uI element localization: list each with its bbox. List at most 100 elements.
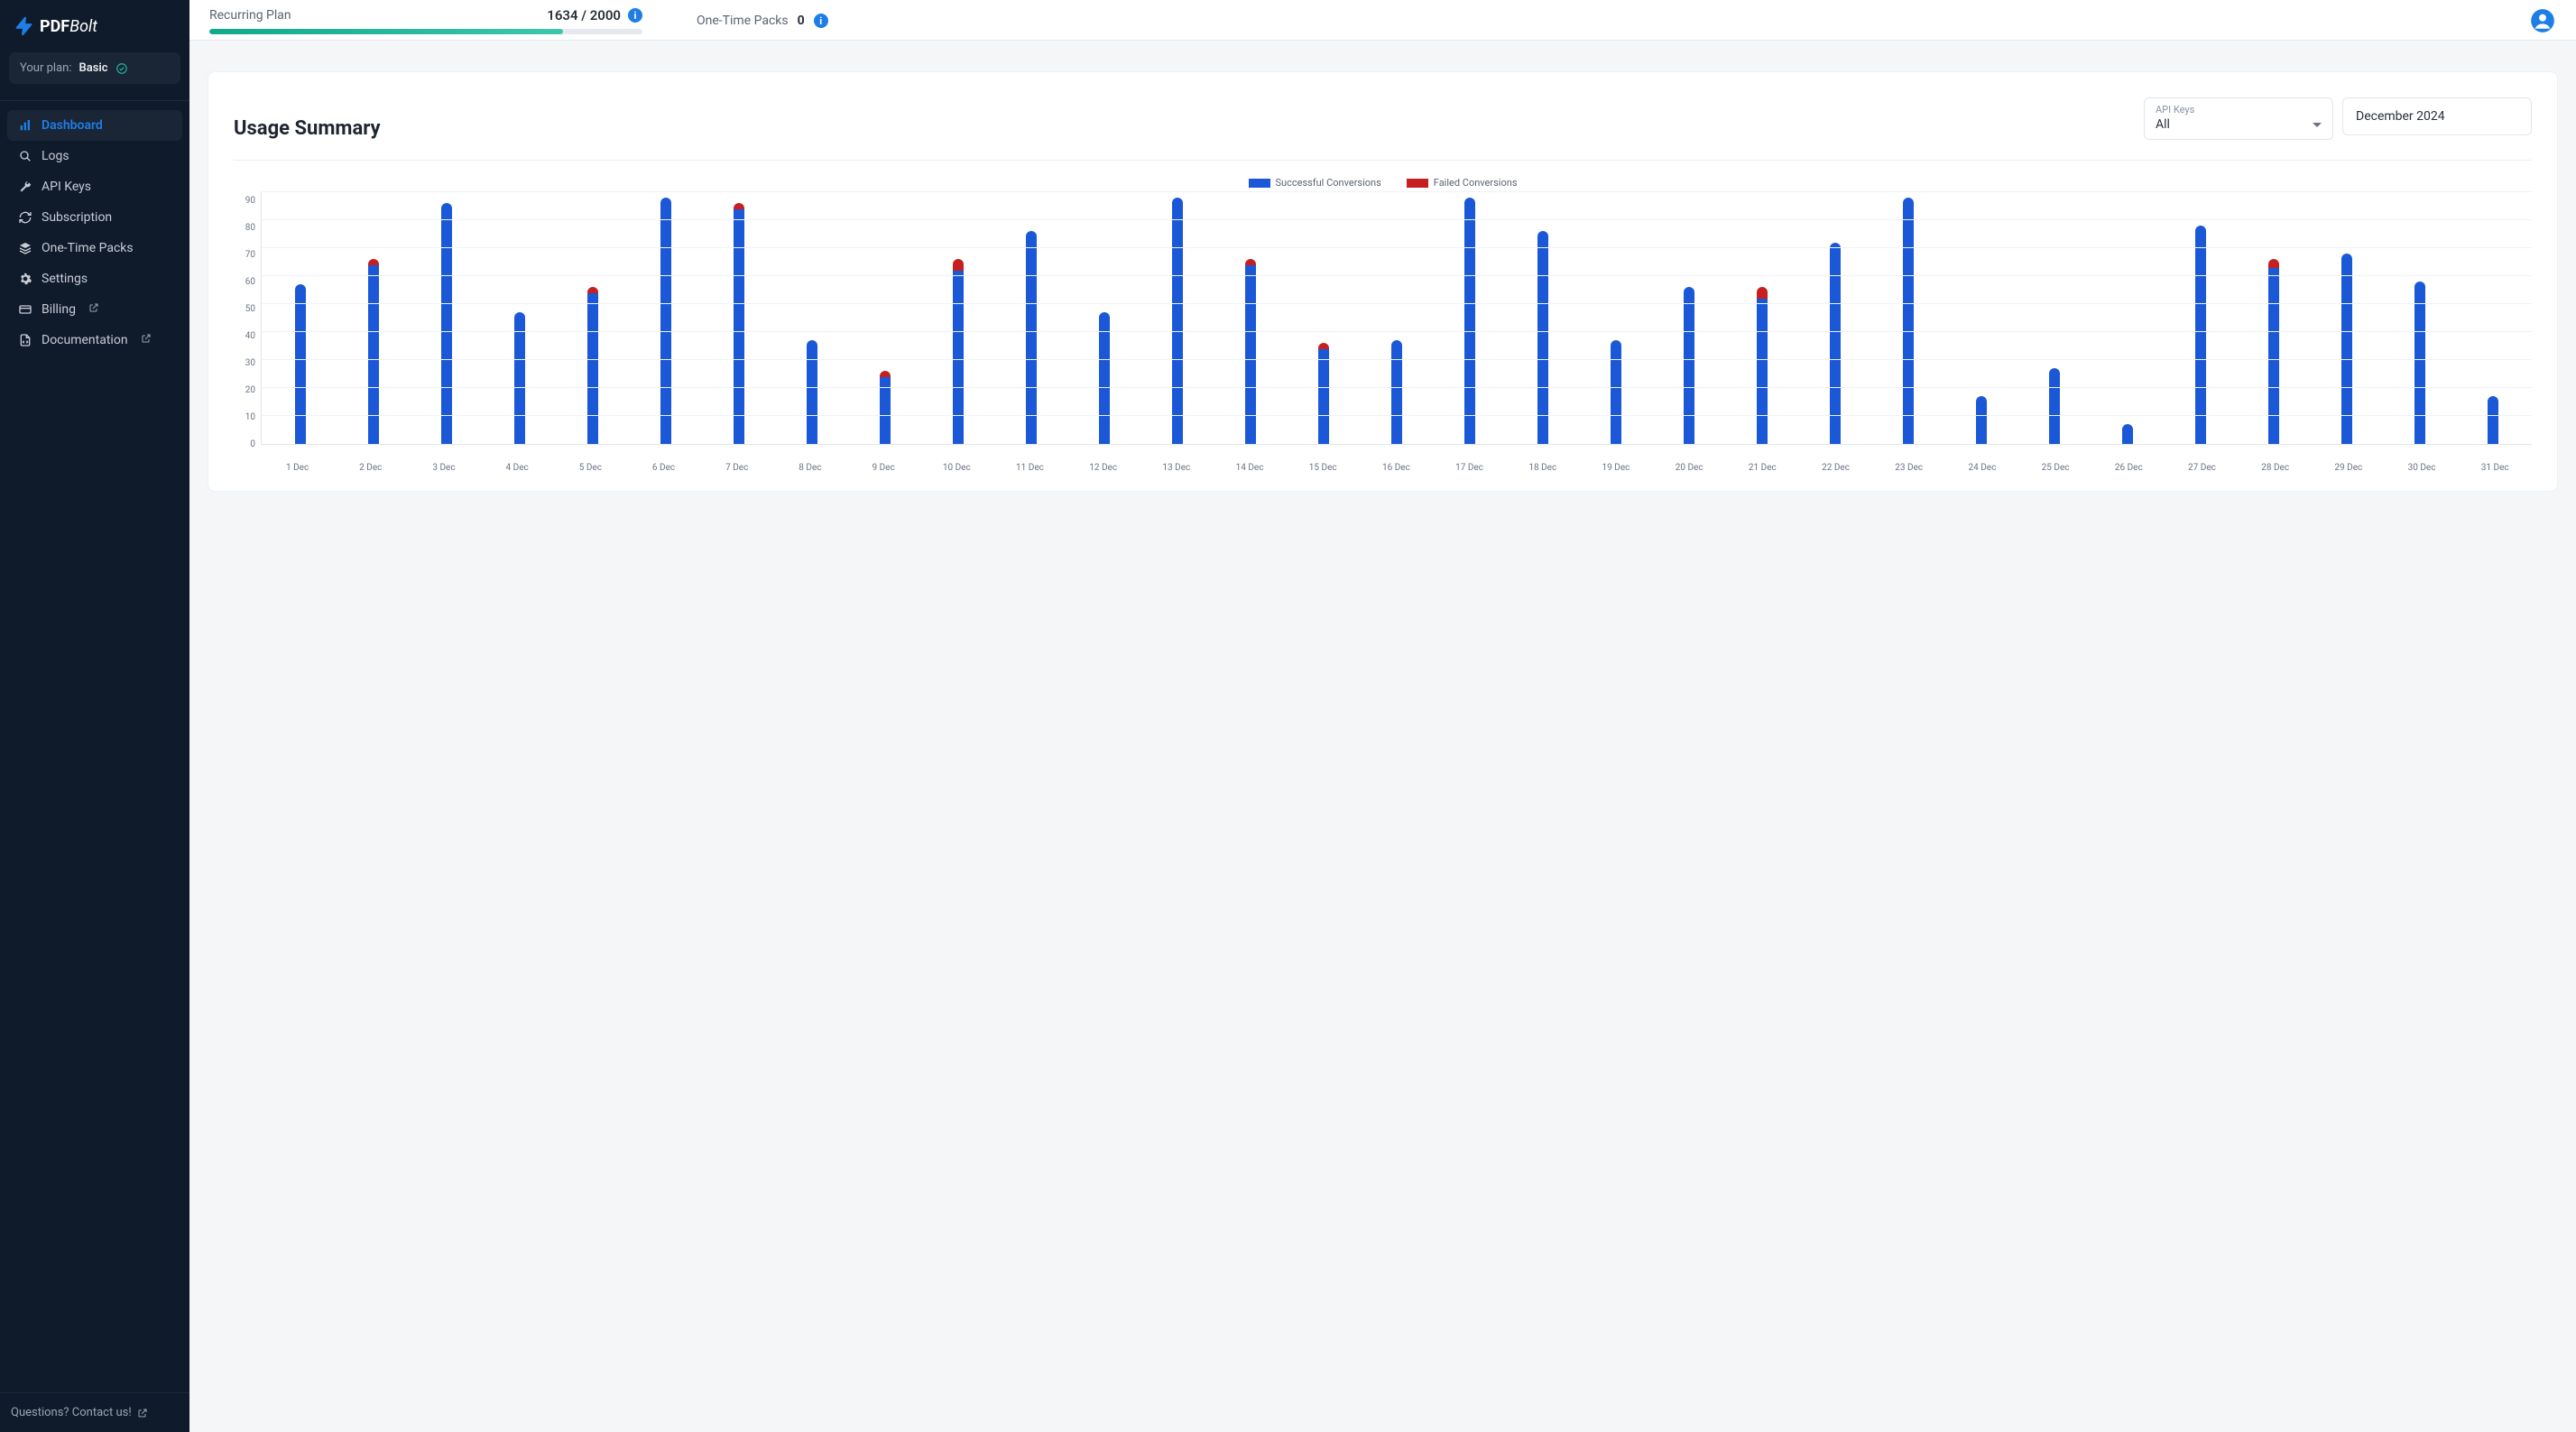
topbar: Recurring Plan 1634 / 2000 i One-Time Pa… bbox=[189, 0, 2576, 41]
legend-success-label: Successful Conversions bbox=[1276, 177, 1381, 189]
bar-28-Dec[interactable] bbox=[2238, 192, 2311, 444]
bar-segment-success bbox=[295, 284, 306, 444]
sidebar-item-settings[interactable]: Settings bbox=[7, 263, 182, 294]
bar-15-Dec[interactable] bbox=[1287, 192, 1360, 444]
x-tick-label: 27 Dec bbox=[2165, 463, 2239, 473]
main: Recurring Plan 1634 / 2000 i One-Time Pa… bbox=[189, 0, 2576, 1432]
bar-segment-success bbox=[2488, 396, 2498, 444]
y-tick-label: 80 bbox=[245, 224, 255, 233]
sidebar-item-one-time-packs[interactable]: One-Time Packs bbox=[7, 233, 182, 263]
bar-24-Dec[interactable] bbox=[1945, 192, 2018, 444]
chevron-down-icon bbox=[2313, 123, 2322, 127]
plan-box[interactable]: Your plan: Basic bbox=[9, 52, 180, 84]
x-tick-label: 17 Dec bbox=[1433, 463, 1506, 473]
chart-bar-icon bbox=[18, 118, 32, 133]
sidebar-item-label: Logs bbox=[42, 149, 69, 163]
y-tick-label: 0 bbox=[250, 440, 255, 449]
sidebar-item-api-keys[interactable]: API Keys bbox=[7, 171, 182, 202]
bar-segment-success bbox=[2268, 268, 2279, 444]
x-tick-label: 29 Dec bbox=[2312, 463, 2385, 473]
sidebar-item-logs[interactable]: Logs bbox=[7, 141, 182, 171]
bar-6-Dec[interactable] bbox=[629, 192, 702, 444]
bar-19-Dec[interactable] bbox=[1580, 192, 1653, 444]
recurring-fill bbox=[209, 29, 563, 34]
bar-2-Dec[interactable] bbox=[337, 192, 410, 444]
external-link-icon bbox=[85, 302, 99, 317]
bar-26-Dec[interactable] bbox=[2091, 192, 2165, 444]
bar-segment-success bbox=[1684, 287, 1694, 444]
chart-legend: Successful Conversions Failed Conversion… bbox=[234, 177, 2532, 189]
bar-10-Dec[interactable] bbox=[921, 192, 994, 444]
bar-8-Dec[interactable] bbox=[775, 192, 848, 444]
x-tick-label: 22 Dec bbox=[1799, 463, 1872, 473]
bar-13-Dec[interactable] bbox=[1140, 192, 1214, 444]
search-icon bbox=[18, 149, 32, 163]
bolt-icon bbox=[14, 16, 34, 36]
api-keys-select[interactable]: API Keys All bbox=[2144, 97, 2333, 140]
recurring-label: Recurring Plan bbox=[209, 8, 291, 23]
layers-icon bbox=[18, 241, 32, 255]
x-tick-label: 21 Dec bbox=[1726, 463, 1799, 473]
legend-success[interactable]: Successful Conversions bbox=[1249, 177, 1381, 189]
month-select[interactable]: December 2024 bbox=[2342, 97, 2532, 135]
bar-27-Dec[interactable] bbox=[2165, 192, 2238, 444]
bar-18-Dec[interactable] bbox=[1507, 192, 1580, 444]
y-tick-label: 20 bbox=[245, 386, 255, 395]
bar-22-Dec[interactable] bbox=[1799, 192, 1872, 444]
bar-9-Dec[interactable] bbox=[848, 192, 921, 444]
credit-card-icon bbox=[18, 302, 32, 317]
info-icon[interactable]: i bbox=[814, 14, 828, 28]
sidebar-item-documentation[interactable]: Documentation bbox=[7, 325, 182, 356]
x-tick-label: 23 Dec bbox=[1872, 463, 1945, 473]
bar-23-Dec[interactable] bbox=[1872, 192, 1945, 444]
file-code-icon bbox=[18, 333, 32, 347]
sidebar-item-subscription[interactable]: Subscription bbox=[7, 202, 182, 233]
bar-20-Dec[interactable] bbox=[1653, 192, 1726, 444]
x-tick-label: 24 Dec bbox=[1945, 463, 2018, 473]
bar-11-Dec[interactable] bbox=[994, 192, 1067, 444]
bar-segment-success bbox=[1757, 299, 1768, 444]
packs-label: One-Time Packs bbox=[697, 14, 789, 28]
bar-segment-success bbox=[1903, 198, 1914, 444]
x-tick-label: 20 Dec bbox=[1653, 463, 1726, 473]
grid-line bbox=[262, 331, 2532, 332]
x-axis: 1 Dec2 Dec3 Dec4 Dec5 Dec6 Dec7 Dec8 Dec… bbox=[234, 463, 2532, 473]
brand-logo[interactable]: PDFBolt bbox=[0, 0, 189, 47]
info-icon[interactable]: i bbox=[628, 8, 642, 23]
bar-3-Dec[interactable] bbox=[410, 192, 483, 444]
x-tick-label: 1 Dec bbox=[261, 463, 334, 473]
bar-25-Dec[interactable] bbox=[2018, 192, 2091, 444]
bar-14-Dec[interactable] bbox=[1214, 192, 1287, 444]
sidebar-item-dashboard[interactable]: Dashboard bbox=[7, 110, 182, 141]
sidebar-item-billing[interactable]: Billing bbox=[7, 294, 182, 325]
bar-12-Dec[interactable] bbox=[1067, 192, 1140, 444]
bar-segment-success bbox=[1318, 349, 1329, 444]
wrench-icon bbox=[18, 180, 32, 194]
x-tick-label: 3 Dec bbox=[407, 463, 480, 473]
api-keys-label: API Keys bbox=[2156, 104, 2322, 115]
recurring-plan-progress: Recurring Plan 1634 / 2000 i bbox=[209, 7, 642, 34]
x-tick-label: 28 Dec bbox=[2239, 463, 2312, 473]
bar-31-Dec[interactable] bbox=[2457, 192, 2530, 444]
bar-30-Dec[interactable] bbox=[2384, 192, 2457, 444]
sidebar: PDFBolt Your plan: Basic Dashboard Logs AP… bbox=[0, 0, 189, 1432]
bar-segment-success bbox=[587, 293, 598, 444]
account-menu-button[interactable] bbox=[2529, 7, 2556, 34]
bar-4-Dec[interactable] bbox=[483, 192, 556, 444]
sidebar-nav: Dashboard Logs API KeysSubscriptionOne-Tim… bbox=[0, 100, 189, 356]
packs-value: 0 bbox=[798, 14, 805, 28]
bar-7-Dec[interactable] bbox=[702, 192, 775, 444]
bar-16-Dec[interactable] bbox=[1360, 192, 1433, 444]
contact-link[interactable]: Questions? Contact us! bbox=[0, 1392, 189, 1432]
legend-failed[interactable]: Failed Conversions bbox=[1407, 177, 1518, 189]
bar-29-Dec[interactable] bbox=[2311, 192, 2384, 444]
bar-1-Dec[interactable] bbox=[263, 192, 337, 444]
recurring-usage: 1634 / 2000 bbox=[547, 7, 621, 23]
sidebar-item-label: Billing bbox=[42, 302, 76, 317]
bar-segment-success bbox=[1830, 243, 1841, 444]
bar-17-Dec[interactable] bbox=[1434, 192, 1507, 444]
x-tick-label: 9 Dec bbox=[847, 463, 920, 473]
bar-21-Dec[interactable] bbox=[1726, 192, 1799, 444]
x-tick-label: 5 Dec bbox=[554, 463, 627, 473]
bar-5-Dec[interactable] bbox=[556, 192, 629, 444]
